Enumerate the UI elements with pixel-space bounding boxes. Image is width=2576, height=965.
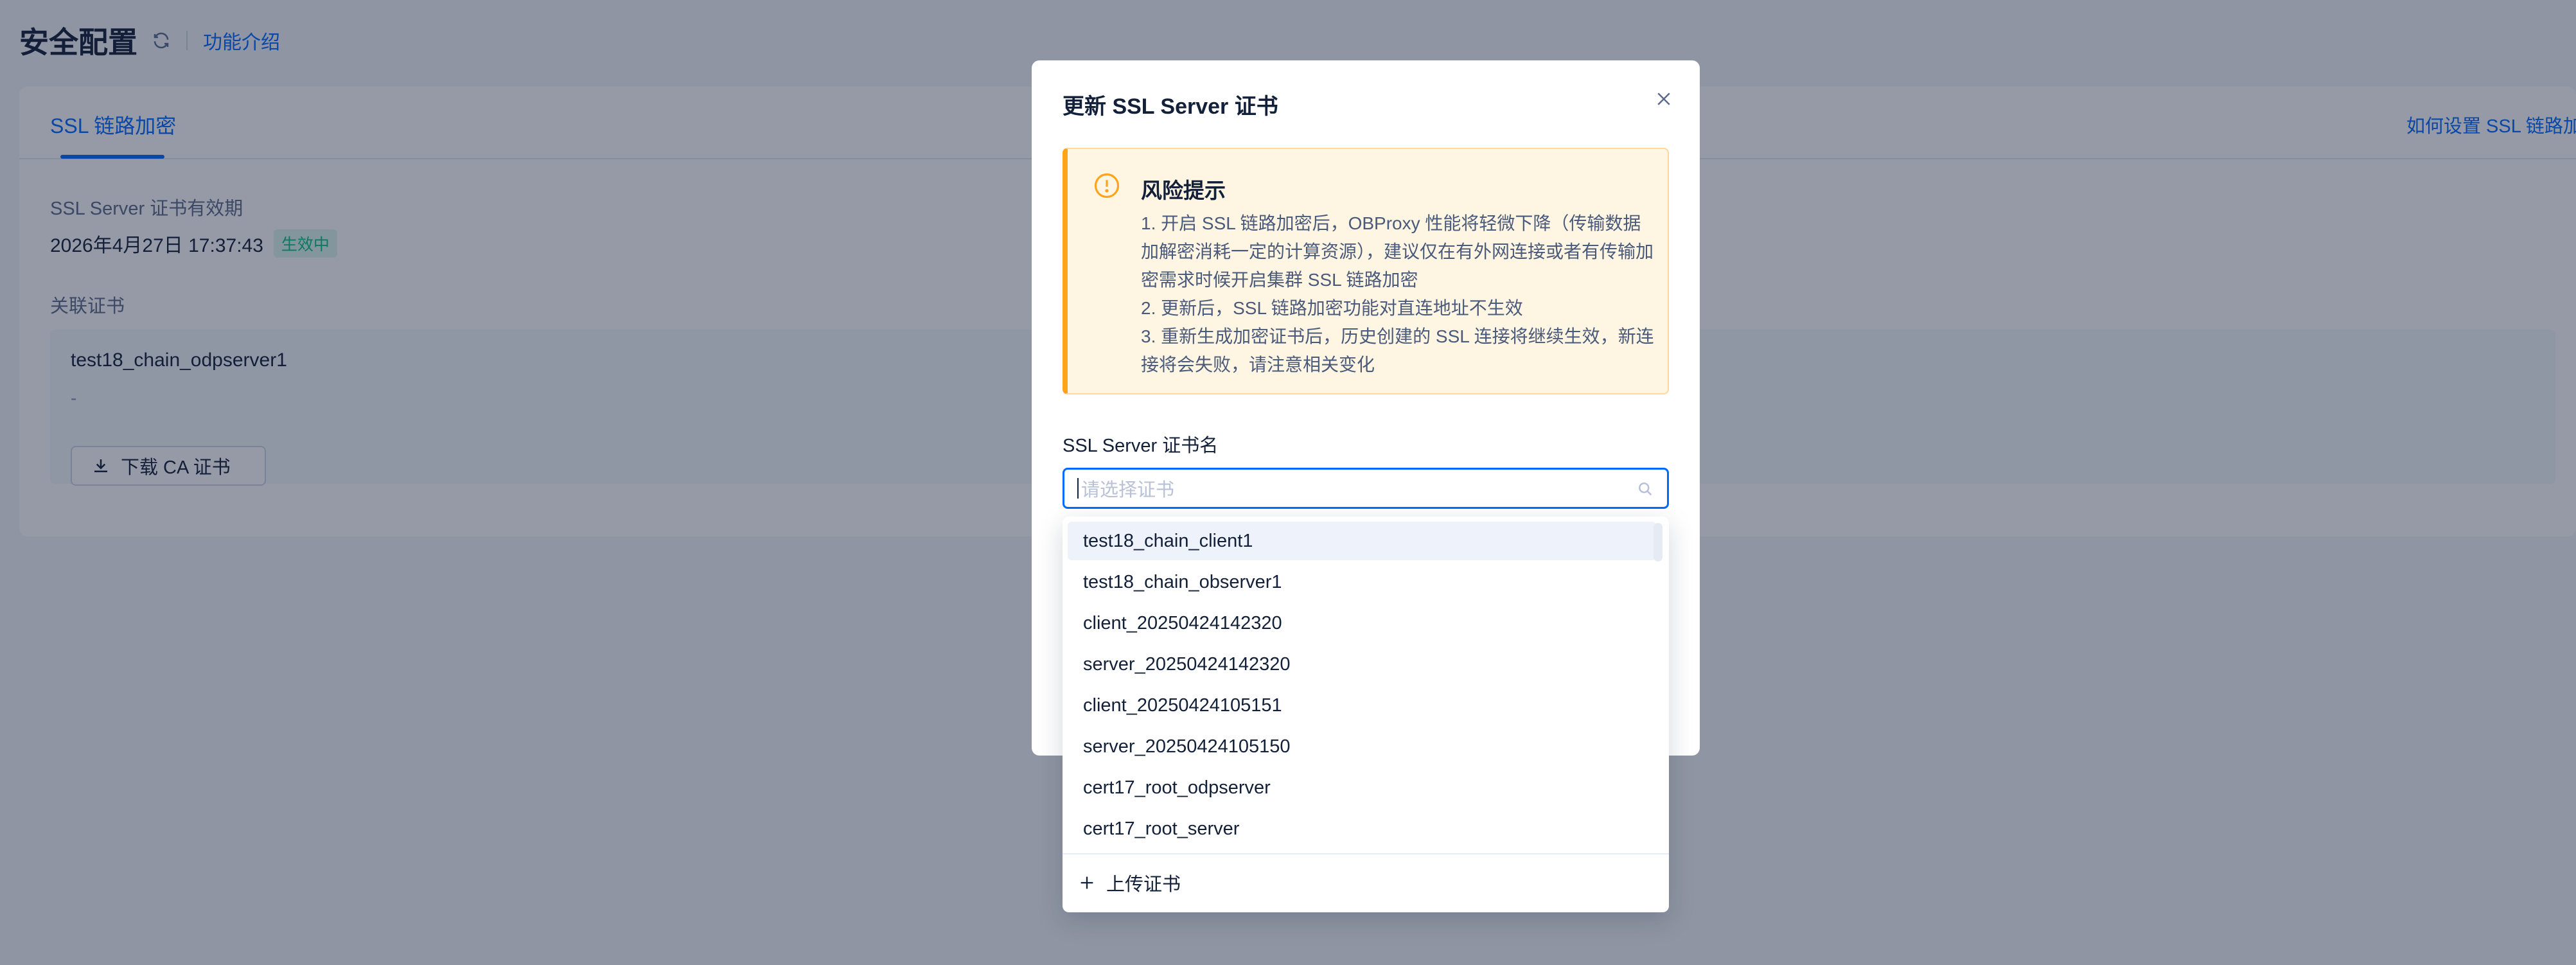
cert-select-placeholder: 请选择证书 <box>1081 480 1175 500</box>
cert-select-label: SSL Server 证书名 <box>1063 436 1219 456</box>
dropdown-scrollbar[interactable] <box>1654 523 1663 562</box>
plus-icon <box>1078 874 1096 892</box>
close-button[interactable] <box>1648 84 1679 114</box>
dropdown-option[interactable]: client_20250424105151 <box>1068 686 1656 725</box>
dropdown-option[interactable]: cert17_root_server <box>1068 810 1656 848</box>
upload-cert-label: 上传证书 <box>1106 874 1181 895</box>
warning-icon <box>1093 172 1120 199</box>
dropdown-option[interactable]: server_20250424142320 <box>1068 645 1656 684</box>
cert-select-input[interactable]: 请选择证书 <box>1063 468 1669 509</box>
cert-dropdown: test18_chain_client1 test18_chain_observ… <box>1063 517 1669 912</box>
alert-body: 1. 开启 SSL 链路加密后，OBProxy 性能将轻微下降（传输数据加解密消… <box>1141 209 1655 379</box>
text-caret <box>1077 478 1079 499</box>
dropdown-divider <box>1063 853 1669 854</box>
alert-line-1: 1. 开启 SSL 链路加密后，OBProxy 性能将轻微下降（传输数据加解密消… <box>1141 213 1654 290</box>
alert-line-2: 2. 更新后，SSL 链路加密功能对直连地址不生效 <box>1141 298 1523 318</box>
risk-alert: 风险提示 1. 开启 SSL 链路加密后，OBProxy 性能将轻微下降（传输数… <box>1063 148 1669 394</box>
alert-line-3: 3. 重新生成加密证书后，历史创建的 SSL 连接将继续生效，新连接将会失败，请… <box>1141 326 1654 375</box>
modal-title: 更新 SSL Server 证书 <box>1063 94 1278 119</box>
dropdown-option[interactable]: server_20250424105150 <box>1068 727 1656 766</box>
dropdown-option[interactable]: test18_chain_client1 <box>1068 522 1656 560</box>
dropdown-option[interactable]: test18_chain_observer1 <box>1068 563 1656 601</box>
dropdown-option[interactable]: cert17_root_odpserver <box>1068 768 1656 807</box>
dropdown-option[interactable]: client_20250424142320 <box>1068 604 1656 642</box>
close-icon <box>1657 93 1670 105</box>
alert-title: 风险提示 <box>1141 179 1226 202</box>
upload-cert-button[interactable]: 上传证书 <box>1078 869 1181 897</box>
search-icon <box>1636 480 1654 498</box>
